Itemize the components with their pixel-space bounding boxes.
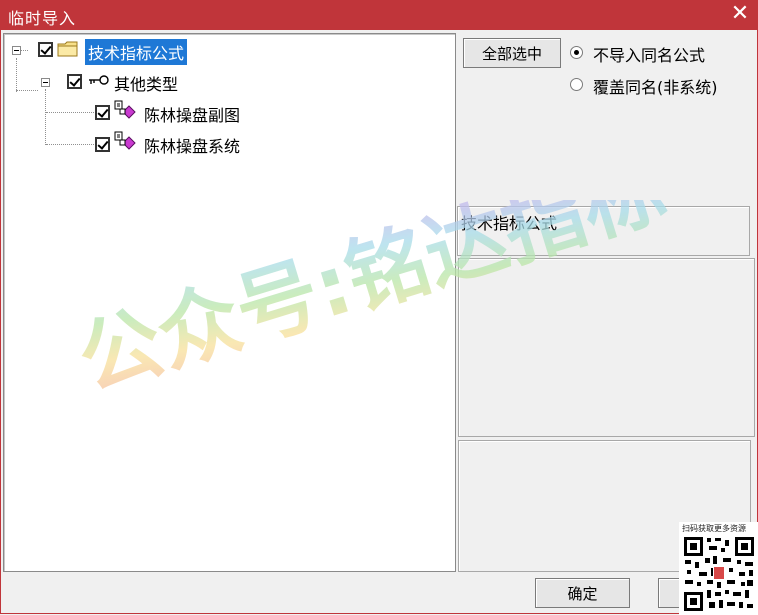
radio-overwrite-same-name[interactable] bbox=[570, 78, 583, 91]
ok-button[interactable]: 确定 bbox=[535, 578, 630, 608]
group-label[interactable]: 其他类型 bbox=[114, 71, 178, 95]
key-icon bbox=[88, 73, 110, 91]
qr-code-overlay: 扫码获取更多资源 bbox=[679, 522, 758, 615]
category-info-panel: 技术指标公式 bbox=[457, 206, 750, 256]
qr-caption: 扫码获取更多资源 bbox=[682, 524, 746, 533]
select-all-button[interactable]: 全部选中 bbox=[463, 38, 561, 68]
formula-tree[interactable]: 技术指标公式 其他类型 陈林操盘副图 陈林操盘系统 bbox=[3, 33, 456, 572]
root-checkbox[interactable] bbox=[38, 42, 53, 57]
item-checkbox[interactable] bbox=[95, 137, 110, 152]
formula-icon bbox=[114, 131, 138, 157]
tree-node-item[interactable]: 陈林操盘副图 bbox=[4, 100, 304, 126]
item-label[interactable]: 陈林操盘副图 bbox=[144, 102, 240, 126]
close-icon[interactable]: ✕ bbox=[728, 3, 752, 27]
root-label[interactable]: 技术指标公式 bbox=[85, 39, 188, 65]
folder-icon bbox=[57, 40, 79, 62]
item-label[interactable]: 陈林操盘系统 bbox=[144, 133, 240, 157]
radio-skip-label[interactable]: 不导入同名公式 bbox=[593, 42, 705, 66]
category-text: 技术指标公式 bbox=[461, 214, 558, 233]
group-checkbox[interactable] bbox=[67, 74, 82, 89]
formula-icon bbox=[114, 100, 138, 126]
qr-code-icon bbox=[683, 536, 755, 612]
collapse-icon[interactable] bbox=[12, 46, 21, 55]
item-checkbox[interactable] bbox=[95, 105, 110, 120]
collapse-icon[interactable] bbox=[41, 78, 50, 87]
tree-node-group[interactable]: 其他类型 bbox=[4, 69, 244, 95]
title-bar: 临时导入 ✕ bbox=[0, 0, 758, 30]
window-title: 临时导入 bbox=[8, 9, 77, 28]
radio-overwrite-label[interactable]: 覆盖同名(非系统) bbox=[593, 74, 718, 98]
tree-node-item[interactable]: 陈林操盘系统 bbox=[4, 131, 304, 157]
tree-node-root[interactable]: 技术指标公式 bbox=[4, 38, 244, 65]
formula-description-panel bbox=[458, 258, 755, 437]
radio-skip-same-name[interactable] bbox=[570, 46, 583, 59]
